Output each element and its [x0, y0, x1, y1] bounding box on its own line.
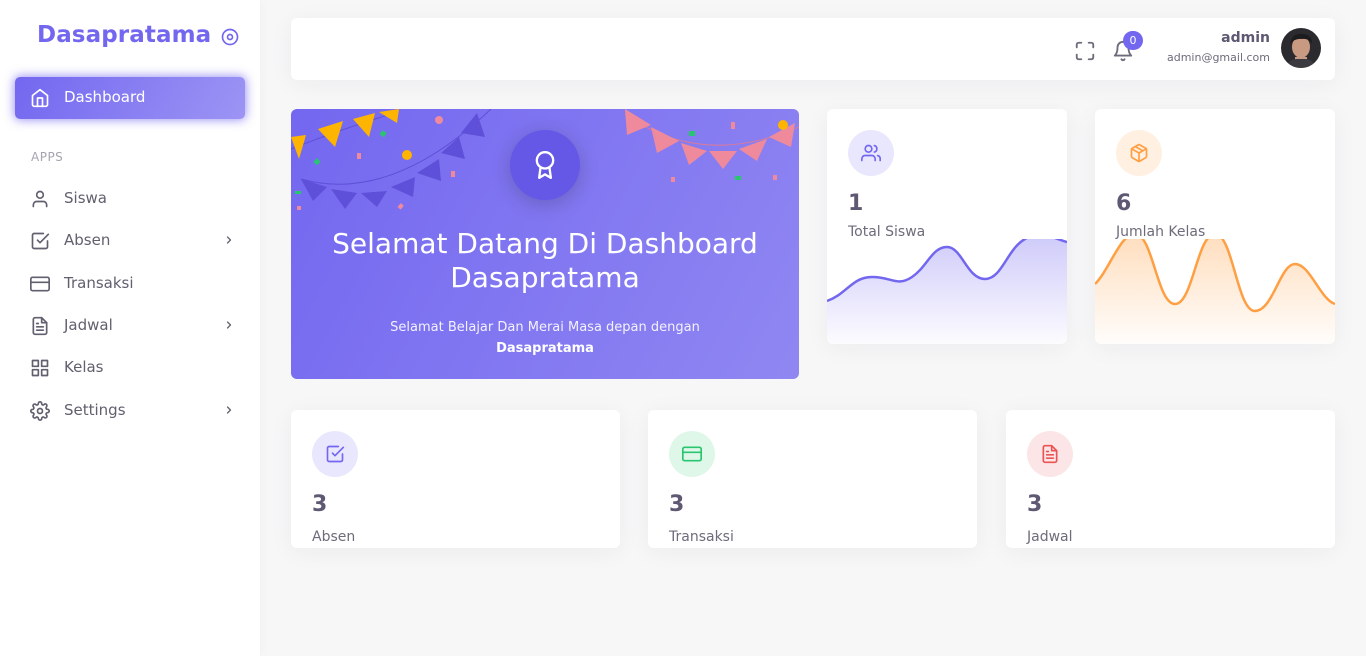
stat-card-jadwal[interactable]: 3 Jadwal	[1006, 410, 1335, 548]
credit-card-icon	[30, 276, 50, 292]
check-square-icon	[31, 232, 50, 250]
sidebar-item-absen[interactable]: Absen	[15, 220, 245, 260]
credit-card-icon	[682, 446, 702, 462]
user-email: admin@gmail.com	[1166, 51, 1270, 64]
sidebar-item-label: Jadwal	[64, 316, 113, 334]
brand-logo[interactable]: Dasapratama	[37, 22, 211, 48]
award-icon	[535, 151, 555, 179]
sparkline-area-chart	[1095, 239, 1335, 344]
stat-card-absen[interactable]: 3 Absen	[291, 410, 620, 548]
sidebar: Dasapratama Dashboard APPS Siswa Absen T…	[0, 0, 260, 656]
stat-label: Absen	[312, 529, 356, 545]
stat-avatar	[669, 431, 715, 477]
sidebar-section-label: APPS	[31, 150, 64, 164]
stat-avatar	[848, 130, 894, 176]
sidebar-item-kelas[interactable]: Kelas	[15, 347, 245, 387]
stat-label: Jadwal	[1027, 529, 1073, 545]
file-text-icon	[1042, 444, 1058, 464]
stat-value: 6	[1116, 191, 1132, 216]
sidebar-item-transaksi[interactable]: Transaksi	[15, 263, 245, 303]
top-navbar: 0 admin admin@gmail.com	[291, 18, 1335, 80]
stat-value: 3	[312, 492, 328, 517]
sidebar-item-jadwal[interactable]: Jadwal	[15, 305, 245, 345]
home-icon	[31, 88, 49, 108]
check-square-icon	[326, 445, 345, 463]
settings-icon	[30, 401, 50, 421]
sidebar-item-label: Transaksi	[64, 274, 134, 292]
collapse-toggle-icon[interactable]	[220, 27, 240, 47]
sidebar-item-dashboard[interactable]: Dashboard	[15, 77, 245, 119]
sparkline-area-chart	[827, 239, 1067, 344]
sidebar-item-label: Siswa	[64, 189, 107, 207]
fullscreen-icon[interactable]	[1074, 40, 1096, 62]
sidebar-item-settings[interactable]: Settings	[15, 390, 245, 430]
stat-value: 3	[1027, 492, 1043, 517]
grid-icon	[31, 359, 49, 377]
chevron-right-icon	[226, 321, 232, 329]
stat-avatar	[312, 431, 358, 477]
notification-badge: 0	[1123, 31, 1143, 50]
stat-label: Total Siswa	[848, 224, 926, 240]
welcome-title: Selamat Datang Di Dashboard Dasapratama	[332, 227, 758, 294]
file-text-icon	[32, 316, 48, 336]
chevron-right-icon	[226, 236, 232, 244]
package-icon	[1130, 143, 1148, 163]
stat-value: 3	[669, 492, 685, 517]
stat-avatar	[1116, 130, 1162, 176]
avatar[interactable]	[1281, 28, 1321, 68]
sidebar-item-label: Kelas	[64, 358, 104, 376]
users-icon	[861, 144, 881, 162]
award-badge	[510, 130, 580, 200]
user-name[interactable]: admin	[1221, 30, 1270, 46]
stat-label: Transaksi	[669, 529, 734, 545]
sidebar-item-label: Settings	[64, 401, 126, 419]
user-icon	[32, 190, 48, 208]
chevron-right-icon	[226, 406, 232, 414]
sidebar-item-label: Absen	[64, 231, 111, 249]
stat-card-transaksi[interactable]: 3 Transaksi	[648, 410, 977, 548]
stat-label: Jumlah Kelas	[1116, 224, 1206, 240]
sidebar-item-siswa[interactable]: Siswa	[15, 178, 245, 218]
stat-value: 1	[848, 191, 864, 216]
welcome-card: Selamat Datang Di Dashboard Dasapratama …	[291, 109, 799, 379]
welcome-subtitle: Selamat Belajar Dan Merai Masa depan den…	[390, 320, 700, 356]
stat-card-jumlah-kelas: 6 Jumlah Kelas	[1095, 109, 1335, 344]
sidebar-item-label: Dashboard	[64, 88, 146, 106]
stat-card-total-siswa: 1 Total Siswa	[827, 109, 1067, 344]
stat-avatar	[1027, 431, 1073, 477]
